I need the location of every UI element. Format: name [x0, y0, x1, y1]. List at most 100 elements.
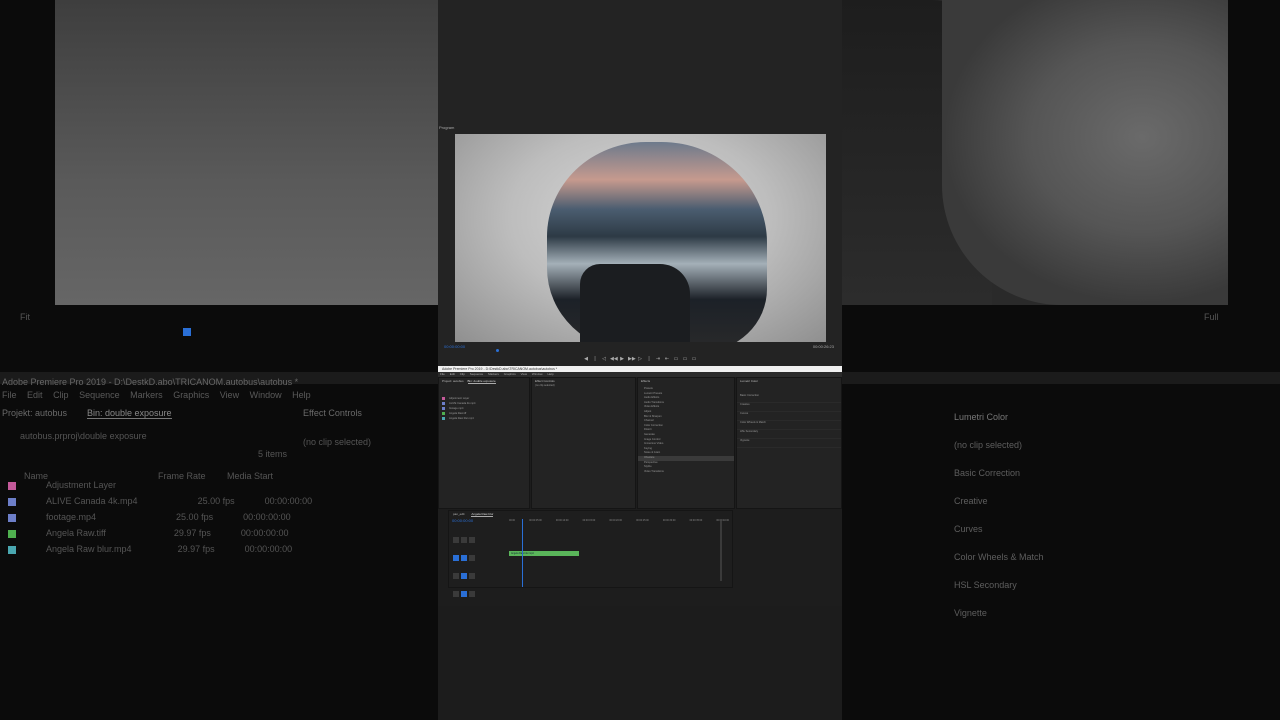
background-items-count: 5 items — [258, 449, 288, 459]
track-toggle[interactable] — [469, 591, 475, 597]
lumetri-title: Lumetri Color — [954, 412, 1009, 422]
timeline-ruler[interactable]: 00:00 00:00:05:00 00:00:10:00 00:00:15:0… — [509, 519, 729, 525]
step-forward-button[interactable]: ▷ — [637, 356, 643, 364]
menu-clip[interactable]: Clip — [460, 372, 465, 376]
track-toggle[interactable] — [469, 537, 475, 543]
background-left-blur: Fit Adobe Premiere Pro 2019 - D:\DestkD.… — [0, 0, 438, 720]
list-item: Angela Raw.tiff 29.97 fps 00:00:00:00 — [8, 528, 312, 544]
monitor-timecode-bar[interactable]: 00:00:00:00 00:00:26:23 — [438, 342, 842, 352]
tab-sequence-pan-edit[interactable]: pan_edit — [453, 512, 465, 516]
settings-button[interactable]: ▭ — [691, 356, 697, 364]
go-to-in-button[interactable]: ◀◀ — [610, 356, 618, 364]
track-headers — [452, 531, 502, 603]
menu-markers: Markers — [130, 390, 163, 400]
background-program-view-right — [842, 0, 1228, 305]
tab-bin[interactable]: Bin: double exposure — [467, 379, 496, 384]
background-project-list: Adjustment Layer ALIVE Canada 4k.mp4 25.0… — [8, 480, 312, 560]
menu-sequence[interactable]: Sequence — [470, 372, 484, 376]
menu-help[interactable]: Help — [547, 372, 553, 376]
lumetri-section[interactable]: Color Wheels & Match — [737, 421, 841, 430]
monitor-playhead[interactable] — [496, 349, 499, 352]
lumetri-creative: Creative — [954, 496, 988, 506]
track-toggle[interactable] — [469, 555, 475, 561]
video-preview[interactable] — [455, 134, 826, 342]
duration-timecode: 00:00:26:23 — [812, 344, 834, 349]
lumetri-vignette: Vignette — [954, 608, 987, 618]
tab-sequence-angela[interactable]: Angela Raw blur — [471, 512, 494, 517]
menu-file: File — [2, 390, 17, 400]
list-item[interactable]: Angela Raw blur.mp4 — [439, 416, 529, 421]
track-toggle[interactable] — [461, 537, 467, 543]
menu-edit: Edit — [27, 390, 43, 400]
extract-button[interactable]: ⇤ — [664, 356, 670, 364]
empty-area — [438, 606, 842, 720]
lumetri-curves: Curves — [954, 524, 983, 534]
menu-graphics: Graphics — [173, 390, 210, 400]
track-toggle[interactable] — [461, 555, 467, 561]
background-lumetri-panel: Lumetri Color (no clip selected) Basic C… — [954, 412, 1044, 636]
clip-label: Angela Raw blur.mp4 — [511, 552, 534, 555]
effects-panel: Effects Presets Lumetri Presets Audio Ef… — [637, 377, 735, 509]
mark-in-button[interactable]: ◀ — [583, 356, 589, 364]
menu-window[interactable]: Window — [532, 372, 543, 376]
track-toggle[interactable] — [469, 573, 475, 579]
timeline-panel: pan_edit Angela Raw blur 00:00:00:00 00:… — [448, 510, 733, 597]
current-timecode[interactable]: 00:00:00:00 — [444, 344, 465, 349]
effect-controls-panel: Effect Controls (no clip selected) — [531, 377, 636, 509]
timeline-timecode[interactable]: 00:00:00:00 — [452, 518, 473, 523]
track-toggle[interactable] — [461, 591, 467, 597]
track-toggle[interactable] — [453, 591, 459, 597]
go-to-out-button[interactable]: ▶▶ — [628, 356, 636, 364]
track-toggle[interactable] — [453, 573, 459, 579]
lumetri-section[interactable]: Creative — [737, 403, 841, 412]
fit-dropdown: Fit — [20, 312, 30, 322]
playhead-marker — [183, 328, 191, 336]
lumetri-section[interactable]: Curves — [737, 412, 841, 421]
menu-view[interactable]: View — [521, 372, 527, 376]
tab-project[interactable]: Project: autobus — [442, 379, 464, 383]
lumetri-basic-correction: Basic Correction — [954, 468, 1021, 478]
menu-view: View — [219, 390, 240, 400]
menu-clip: Clip — [53, 390, 69, 400]
menu-help: Help — [292, 390, 311, 400]
list-item: Adjustment Layer — [8, 480, 312, 496]
premiere-window: Adobe Premiere Pro 2019 - D:\DestkD.abo\… — [438, 366, 842, 606]
program-monitor-label: Program — [439, 125, 455, 130]
background-bin-path: autobus.prproj\double exposure — [20, 431, 147, 441]
timeline-clip[interactable]: Angela Raw blur.mp4 — [509, 551, 579, 556]
export-frame-button[interactable]: ▭ — [673, 356, 679, 364]
timeline-playhead[interactable] — [522, 519, 523, 587]
transport-controls: ◀ | ◁ ◀◀ ▶ ▶▶ ▷ | ⇥ ⇤ ▭ ▭ ▭ — [438, 356, 842, 364]
background-project-tab: Projekt: autobus — [2, 408, 68, 418]
timeline-scrollbar[interactable] — [720, 521, 722, 581]
lumetri-color-wheels: Color Wheels & Match — [954, 552, 1044, 562]
menu-markers[interactable]: Markers — [488, 372, 499, 376]
effects-item[interactable]: Video Transitions — [638, 470, 734, 475]
lumetri-hsl: HSL Secondary — [954, 580, 1017, 590]
lumetri-section[interactable]: Basic Correction — [737, 394, 841, 403]
track-target-a1[interactable] — [461, 573, 467, 579]
project-panel: Project: autobus Bin: double exposure Ad… — [438, 377, 530, 509]
separator: | — [594, 356, 596, 362]
step-back-button[interactable]: ◁ — [601, 356, 607, 364]
lumetri-section[interactable]: HSL Secondary — [737, 430, 841, 439]
no-clip-text: (no clip selected) — [535, 384, 555, 387]
background-program-view — [55, 0, 438, 305]
track-toggle[interactable] — [453, 537, 459, 543]
background-bin-tab: Bin: double exposure — [87, 408, 172, 419]
track-target-v1[interactable] — [453, 555, 459, 561]
lumetri-section[interactable]: Vignette — [737, 439, 841, 448]
list-item: footage.mp4 25.00 fps 00:00:00:00 — [8, 512, 312, 528]
play-button[interactable]: ▶ — [619, 356, 625, 364]
comparison-view-button[interactable]: ▭ — [682, 356, 688, 364]
menu-edit[interactable]: Edit — [450, 372, 455, 376]
background-menubar: File Edit Clip Sequence Markers Graphics… — [0, 390, 438, 404]
menu-graphics[interactable]: Graphics — [504, 372, 516, 376]
lift-button[interactable]: ⇥ — [655, 356, 661, 364]
separator: | — [648, 356, 650, 362]
full-dropdown: Full — [1204, 312, 1219, 322]
menu-file[interactable]: File — [440, 372, 445, 376]
background-right-blur: Full Lumetri Color (no clip selected) Ba… — [842, 0, 1280, 720]
menu-sequence: Sequence — [79, 390, 120, 400]
background-effect-controls-tab: Effect Controls — [303, 408, 362, 418]
